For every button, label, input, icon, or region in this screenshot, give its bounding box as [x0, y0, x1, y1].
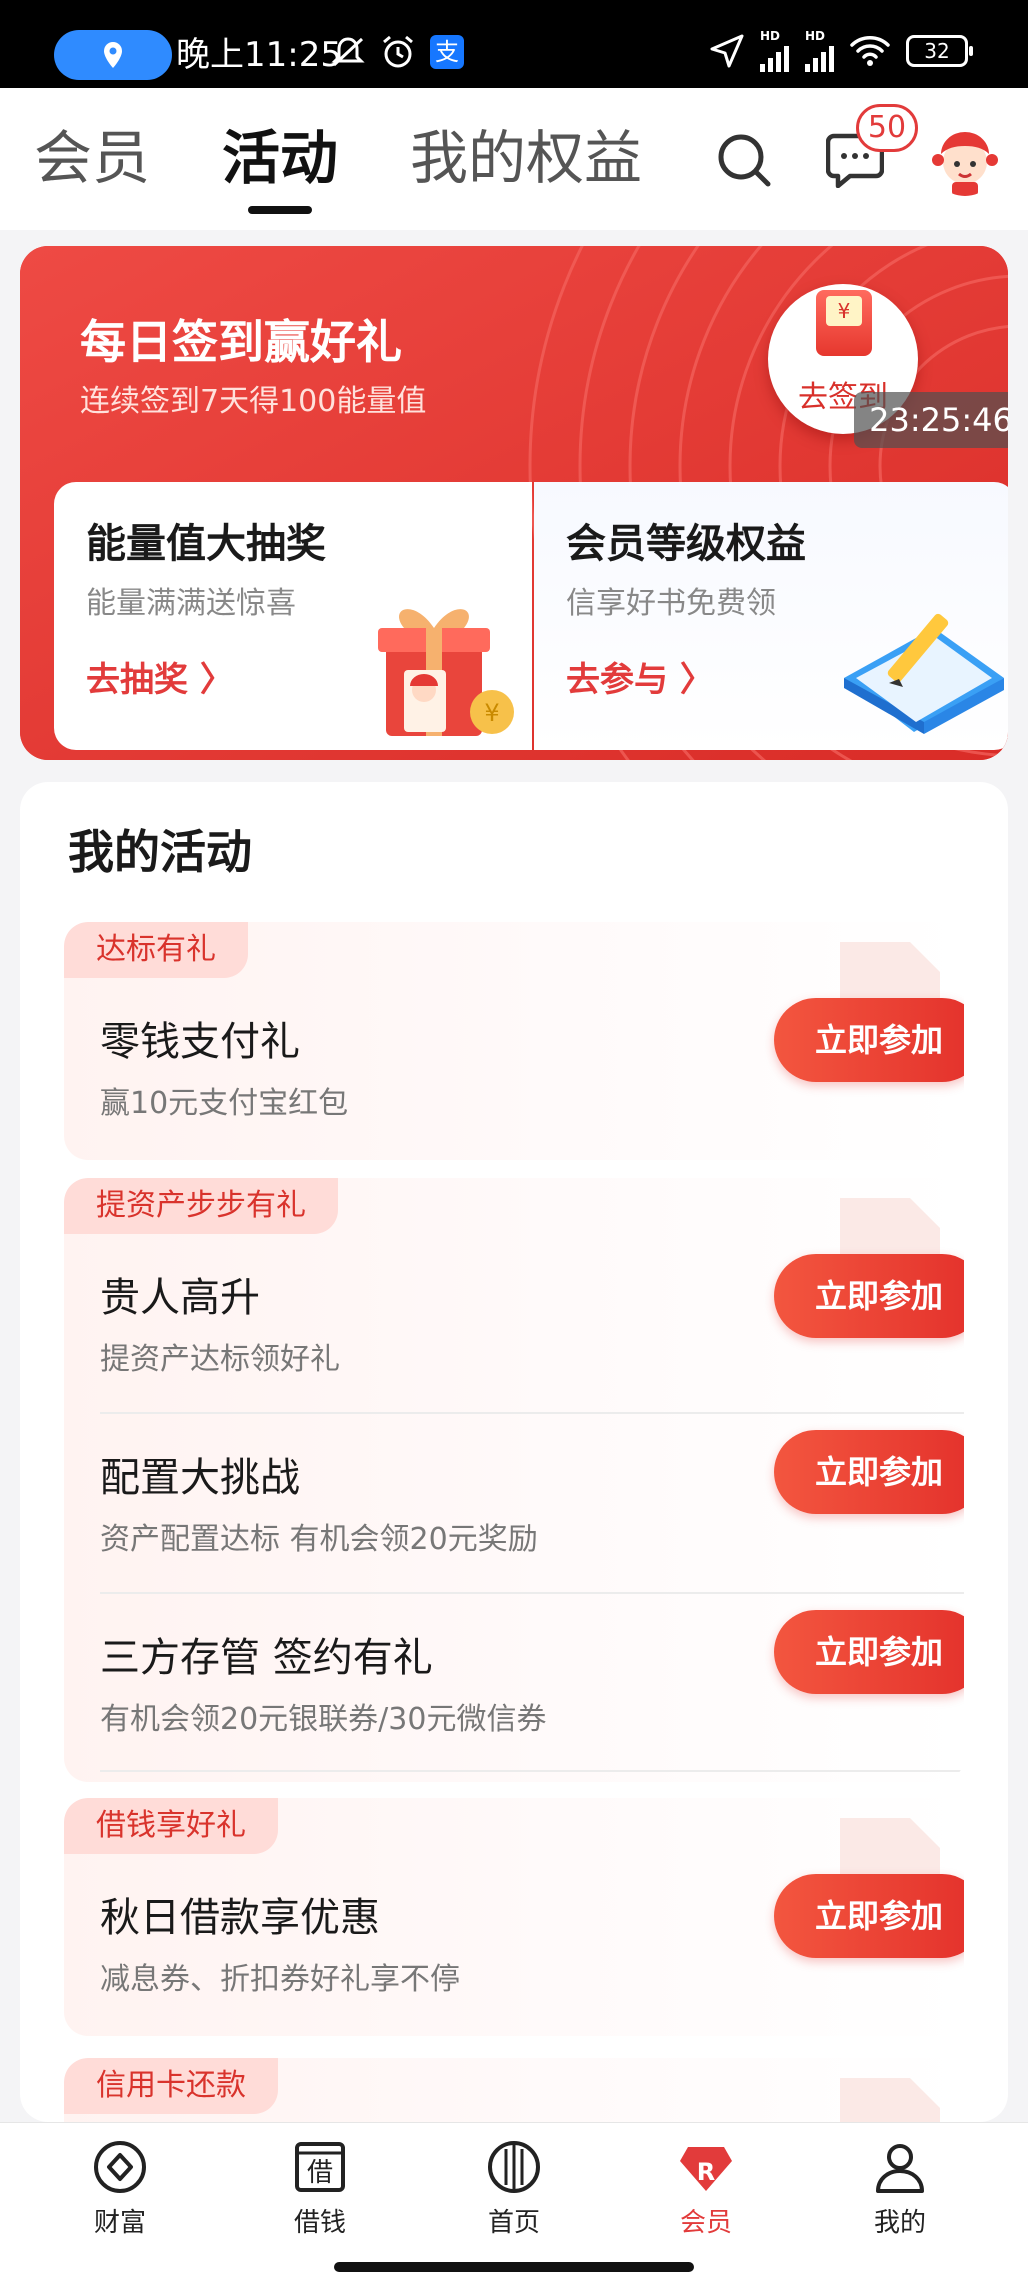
signin-title: 每日签到赢好礼 — [80, 315, 402, 369]
activity-title: 配置大挑战 — [100, 1455, 300, 1501]
activity-desc: 减息券、折扣券好礼享不停 — [100, 1962, 460, 1997]
activity-desc: 有机会领20元银联券/30元微信券 — [100, 1702, 547, 1737]
nav-profile[interactable]: 我的 — [840, 2139, 960, 2243]
nav-home[interactable]: 首页 — [454, 2139, 574, 2243]
section-title: 我的活动 — [68, 825, 252, 879]
message-badge: 50 — [856, 104, 918, 152]
bottom-nav: 财富 借钱 借 首页 会员 R 我的 — [0, 2122, 1028, 2284]
status-bar: 晚上11:25 支 HD HD 32 — [0, 0, 1028, 88]
activity-title: 秋日借款享优惠 — [100, 1895, 380, 1941]
profile-icon — [876, 2144, 924, 2193]
search-icon[interactable] — [716, 132, 772, 188]
activity-group: 借钱享好礼 秋日借款享优惠 减息券、折扣券好礼享不停 立即参加 — [64, 1798, 964, 2036]
mascot-avatar-icon — [932, 132, 998, 196]
alarm-icon — [383, 35, 413, 68]
tab-activity[interactable]: 活动 — [222, 118, 338, 198]
member-level-link[interactable]: 去参与 〉 — [566, 658, 714, 702]
activity-item: 贵人高升 提资产达标领好礼 立即参加 — [64, 1234, 964, 1416]
navigation-icon — [710, 34, 744, 68]
mute-icon — [331, 37, 365, 67]
join-button[interactable]: 立即参加 — [774, 998, 964, 1082]
svg-text:¥: ¥ — [484, 699, 499, 727]
active-tab-indicator — [248, 206, 312, 214]
time-overlay: 23:25:46 — [854, 392, 1008, 448]
home-icon — [488, 2141, 540, 2193]
lottery-desc: 能量满满送惊喜 — [86, 586, 296, 621]
nav-wealth[interactable]: 财富 — [60, 2139, 180, 2243]
location-pin-icon — [104, 42, 122, 68]
activity-item: 配置大挑战 资产配置达标 有机会领20元奖励 立即参加 — [64, 1414, 964, 1596]
member-level-desc: 信享好书免费领 — [566, 586, 776, 621]
member-level-title: 会员等级权益 — [566, 521, 806, 567]
ticket-deco-icon — [840, 2078, 940, 2122]
tab-my-rights[interactable]: 我的权益 — [410, 118, 642, 198]
group-tag: 达标有礼 — [64, 922, 248, 978]
group-tag: 提资产步步有礼 — [64, 1178, 338, 1234]
avatar[interactable] — [930, 124, 1000, 196]
activity-group: 达标有礼 零钱支付礼 赢10元支付宝红包 立即参加 — [64, 922, 964, 1160]
book-pencil-icon — [844, 613, 1004, 734]
join-button[interactable]: 立即参加 — [774, 1610, 964, 1694]
my-activities-section: 我的活动 达标有礼 零钱支付礼 赢10元支付宝红包 立即参加 提资产步步有礼 贵… — [20, 782, 1008, 2122]
activity-desc: 资产配置达标 有机会领20元奖励 — [100, 1522, 538, 1557]
group-tag: 信用卡还款 — [64, 2058, 278, 2114]
wealth-icon — [94, 2141, 146, 2193]
activity-desc: 赢10元支付宝红包 — [100, 1086, 349, 1121]
lottery-title: 能量值大抽奖 — [86, 521, 326, 567]
red-envelope-icon: ¥ — [816, 290, 872, 356]
join-button[interactable]: 立即参加 — [774, 1430, 964, 1514]
daily-signin-card[interactable]: 每日签到赢好礼 连续签到7天得100能量值 ¥ 去签到 能量值大抽奖 能量满满送… — [20, 246, 1008, 760]
activity-item: 三方存管 签约有礼 有机会领20元银联券/30元微信券 立即参加 — [64, 1594, 964, 1776]
status-time: 晚上11:25 — [176, 35, 342, 75]
borrow-icon-glyph: 借 — [306, 2158, 333, 2188]
divider — [100, 1770, 964, 1772]
signal-icon: HD — [760, 30, 789, 72]
wifi-icon — [850, 36, 890, 66]
activity-group: 信用卡还款 — [64, 2058, 964, 2122]
activity-item: 秋日借款享优惠 减息券、折扣券好礼享不停 立即参加 — [64, 1854, 964, 2036]
nav-borrow[interactable]: 借钱 借 — [260, 2139, 380, 2243]
tab-member[interactable]: 会员 — [34, 118, 150, 198]
lottery-link[interactable]: 去抽奖 〉 — [86, 658, 234, 702]
join-button[interactable]: 立即参加 — [774, 1254, 964, 1338]
signal-icon-2: HD — [805, 30, 834, 72]
activity-title: 贵人高升 — [100, 1275, 260, 1321]
nav-member[interactable]: 会员 R — [646, 2139, 766, 2243]
activity-desc: 提资产达标领好礼 — [100, 1342, 340, 1377]
join-button[interactable]: 立即参加 — [774, 1874, 964, 1958]
group-tag: 借钱享好礼 — [64, 1798, 278, 1854]
alipay-icon: 支 — [430, 35, 464, 69]
signin-subtitle: 连续签到7天得100能量值 — [80, 384, 427, 419]
gift-box-icon: ¥ — [378, 609, 514, 736]
activity-item: 零钱支付礼 赢10元支付宝红包 立即参加 — [64, 978, 964, 1160]
activity-title: 三方存管 签约有礼 — [100, 1635, 433, 1681]
member-icon-glyph: R — [696, 2158, 716, 2186]
activity-title: 零钱支付礼 — [100, 1019, 300, 1065]
location-pill[interactable] — [54, 30, 172, 80]
top-nav: 会员 活动 我的权益 50 — [0, 88, 1028, 230]
member-level-card[interactable]: 会员等级权益 信享好书免费领 去参与 〉 — [534, 482, 1008, 750]
activity-group: 提资产步步有礼 贵人高升 提资产达标领好礼 立即参加 配置大挑战 资产配置达标 … — [64, 1178, 964, 1782]
lottery-card[interactable]: 能量值大抽奖 能量满满送惊喜 去抽奖 〉 ¥ — [54, 482, 532, 750]
battery-icon: 32 — [906, 35, 973, 67]
home-indicator — [334, 2262, 694, 2272]
